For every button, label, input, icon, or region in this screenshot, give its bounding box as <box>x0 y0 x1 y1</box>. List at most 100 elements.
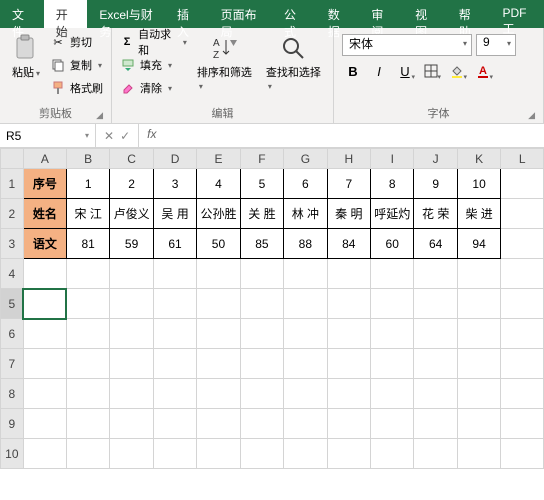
cell-B4[interactable] <box>66 259 109 289</box>
cell-F5[interactable] <box>240 289 283 319</box>
cell-H7[interactable] <box>327 349 370 379</box>
paste-button[interactable]: 粘贴 <box>8 32 44 82</box>
cell-G9[interactable] <box>284 409 327 439</box>
find-select-button[interactable]: 查找和选择 <box>262 32 325 94</box>
format-painter-button[interactable]: 格式刷 <box>50 78 103 98</box>
cell-D1[interactable]: 3 <box>153 169 196 199</box>
cell-H8[interactable] <box>327 379 370 409</box>
cell-I1[interactable]: 8 <box>371 169 414 199</box>
cell-C9[interactable] <box>110 409 153 439</box>
cell-E4[interactable] <box>197 259 240 289</box>
cell-I7[interactable] <box>371 349 414 379</box>
cell-I10[interactable] <box>371 439 414 469</box>
cell-A6[interactable] <box>23 319 66 349</box>
col-head-E[interactable]: E <box>197 149 240 169</box>
cell-E9[interactable] <box>197 409 240 439</box>
cell-L3[interactable] <box>501 229 544 259</box>
worksheet[interactable]: ABCDEFGHIJKL1序号123456789102姓名宋 江卢俊义吴 用公孙… <box>0 148 544 469</box>
tab-home[interactable]: 开始 <box>44 0 88 28</box>
cell-A2[interactable]: 姓名 <box>23 199 66 229</box>
cell-B3[interactable]: 81 <box>66 229 109 259</box>
cell-L2[interactable] <box>501 199 544 229</box>
cell-C5[interactable] <box>110 289 153 319</box>
cell-H1[interactable]: 7 <box>327 169 370 199</box>
cell-B7[interactable] <box>66 349 109 379</box>
row-head-9[interactable]: 9 <box>1 409 24 439</box>
cell-K3[interactable]: 94 <box>457 229 500 259</box>
cell-H2[interactable]: 秦 明 <box>327 199 370 229</box>
cell-D2[interactable]: 吴 用 <box>153 199 196 229</box>
cell-G1[interactable]: 6 <box>284 169 327 199</box>
col-head-I[interactable]: I <box>371 149 414 169</box>
col-head-J[interactable]: J <box>414 149 457 169</box>
cell-D4[interactable] <box>153 259 196 289</box>
cell-G3[interactable]: 88 <box>284 229 327 259</box>
cell-D8[interactable] <box>153 379 196 409</box>
cell-H6[interactable] <box>327 319 370 349</box>
cell-B1[interactable]: 1 <box>66 169 109 199</box>
row-head-8[interactable]: 8 <box>1 379 24 409</box>
cell-C6[interactable] <box>110 319 153 349</box>
tab-review[interactable]: 审阅 <box>359 0 403 28</box>
col-head-G[interactable]: G <box>284 149 327 169</box>
cell-I2[interactable]: 呼延灼 <box>371 199 414 229</box>
cell-G4[interactable] <box>284 259 327 289</box>
cell-C1[interactable]: 2 <box>110 169 153 199</box>
cell-H10[interactable] <box>327 439 370 469</box>
cell-E6[interactable] <box>197 319 240 349</box>
cell-G8[interactable] <box>284 379 327 409</box>
font-size-select[interactable]: 9 <box>476 34 516 56</box>
cell-B5[interactable] <box>66 289 109 319</box>
autosum-button[interactable]: Σ 自动求和 <box>120 32 187 52</box>
cell-E3[interactable]: 50 <box>197 229 240 259</box>
fx-icon[interactable]: fx <box>139 124 164 147</box>
col-head-K[interactable]: K <box>457 149 500 169</box>
cell-K4[interactable] <box>457 259 500 289</box>
cell-J9[interactable] <box>414 409 457 439</box>
cell-D5[interactable] <box>153 289 196 319</box>
cell-A10[interactable] <box>23 439 66 469</box>
cell-G2[interactable]: 林 冲 <box>284 199 327 229</box>
tab-insert[interactable]: 插入 <box>165 0 209 28</box>
cell-H3[interactable]: 84 <box>327 229 370 259</box>
font-color-button[interactable]: A <box>472 60 494 82</box>
cell-L10[interactable] <box>501 439 544 469</box>
border-button[interactable] <box>420 60 442 82</box>
cell-D3[interactable]: 61 <box>153 229 196 259</box>
cell-I4[interactable] <box>371 259 414 289</box>
fill-button[interactable]: 填充 <box>120 55 187 75</box>
row-head-3[interactable]: 3 <box>1 229 24 259</box>
row-head-6[interactable]: 6 <box>1 319 24 349</box>
cell-D7[interactable] <box>153 349 196 379</box>
name-box[interactable]: R5 <box>0 124 96 147</box>
cell-L4[interactable] <box>501 259 544 289</box>
cell-A7[interactable] <box>23 349 66 379</box>
cell-B9[interactable] <box>66 409 109 439</box>
cell-A5[interactable] <box>23 289 66 319</box>
cell-F2[interactable]: 关 胜 <box>240 199 283 229</box>
tab-view[interactable]: 视图 <box>403 0 447 28</box>
cell-B6[interactable] <box>66 319 109 349</box>
col-head-B[interactable]: B <box>66 149 109 169</box>
bold-button[interactable]: B <box>342 60 364 82</box>
cell-G5[interactable] <box>284 289 327 319</box>
cell-J7[interactable] <box>414 349 457 379</box>
cell-E8[interactable] <box>197 379 240 409</box>
copy-button[interactable]: 复制 <box>50 55 103 75</box>
cell-J3[interactable]: 64 <box>414 229 457 259</box>
cell-E5[interactable] <box>197 289 240 319</box>
cell-D10[interactable] <box>153 439 196 469</box>
cell-L1[interactable] <box>501 169 544 199</box>
cell-L7[interactable] <box>501 349 544 379</box>
cell-L6[interactable] <box>501 319 544 349</box>
cell-I8[interactable] <box>371 379 414 409</box>
cell-B10[interactable] <box>66 439 109 469</box>
cell-D6[interactable] <box>153 319 196 349</box>
cell-B2[interactable]: 宋 江 <box>66 199 109 229</box>
cell-K2[interactable]: 柴 进 <box>457 199 500 229</box>
cell-K7[interactable] <box>457 349 500 379</box>
cell-G10[interactable] <box>284 439 327 469</box>
cell-H5[interactable] <box>327 289 370 319</box>
clipboard-launcher-icon[interactable]: ◢ <box>96 110 103 121</box>
col-head-A[interactable]: A <box>23 149 66 169</box>
